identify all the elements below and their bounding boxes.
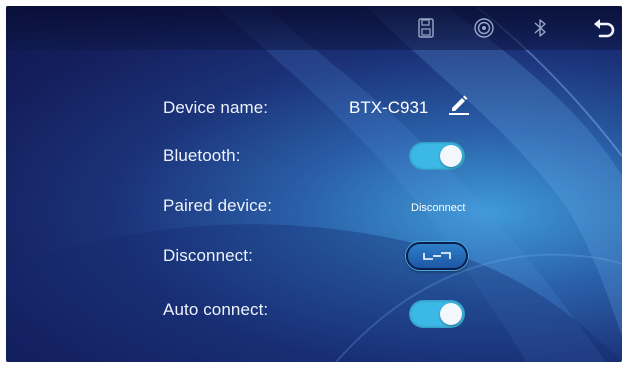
auto-connect-label: Auto connect: <box>163 300 269 319</box>
bluetooth-icon[interactable] <box>528 16 552 40</box>
cast-icon[interactable] <box>472 16 496 40</box>
edit-pencil-icon[interactable] <box>447 92 471 116</box>
device-name-label: Device name: <box>163 98 269 117</box>
bluetooth-toggle[interactable] <box>409 142 465 170</box>
auto-connect-toggle[interactable] <box>409 300 465 328</box>
toggle-knob <box>440 145 462 167</box>
paired-device-status: Disconnect <box>411 202 466 214</box>
top-bar <box>6 6 622 50</box>
toggle-knob <box>440 303 462 325</box>
settings-screen: Device name: BTX-C931 Bluetooth: Paired … <box>6 6 622 362</box>
paired-device-label: Paired device: <box>163 196 273 215</box>
bluetooth-label: Bluetooth: <box>163 146 241 165</box>
unlink-icon <box>423 252 451 260</box>
device-name-value[interactable]: BTX-C931 <box>349 98 428 118</box>
back-arrow-icon[interactable] <box>590 16 618 40</box>
disconnect-label: Disconnect: <box>163 246 253 265</box>
save-icon[interactable] <box>414 16 438 40</box>
disconnect-button[interactable] <box>406 242 468 270</box>
background-waves <box>6 6 622 362</box>
